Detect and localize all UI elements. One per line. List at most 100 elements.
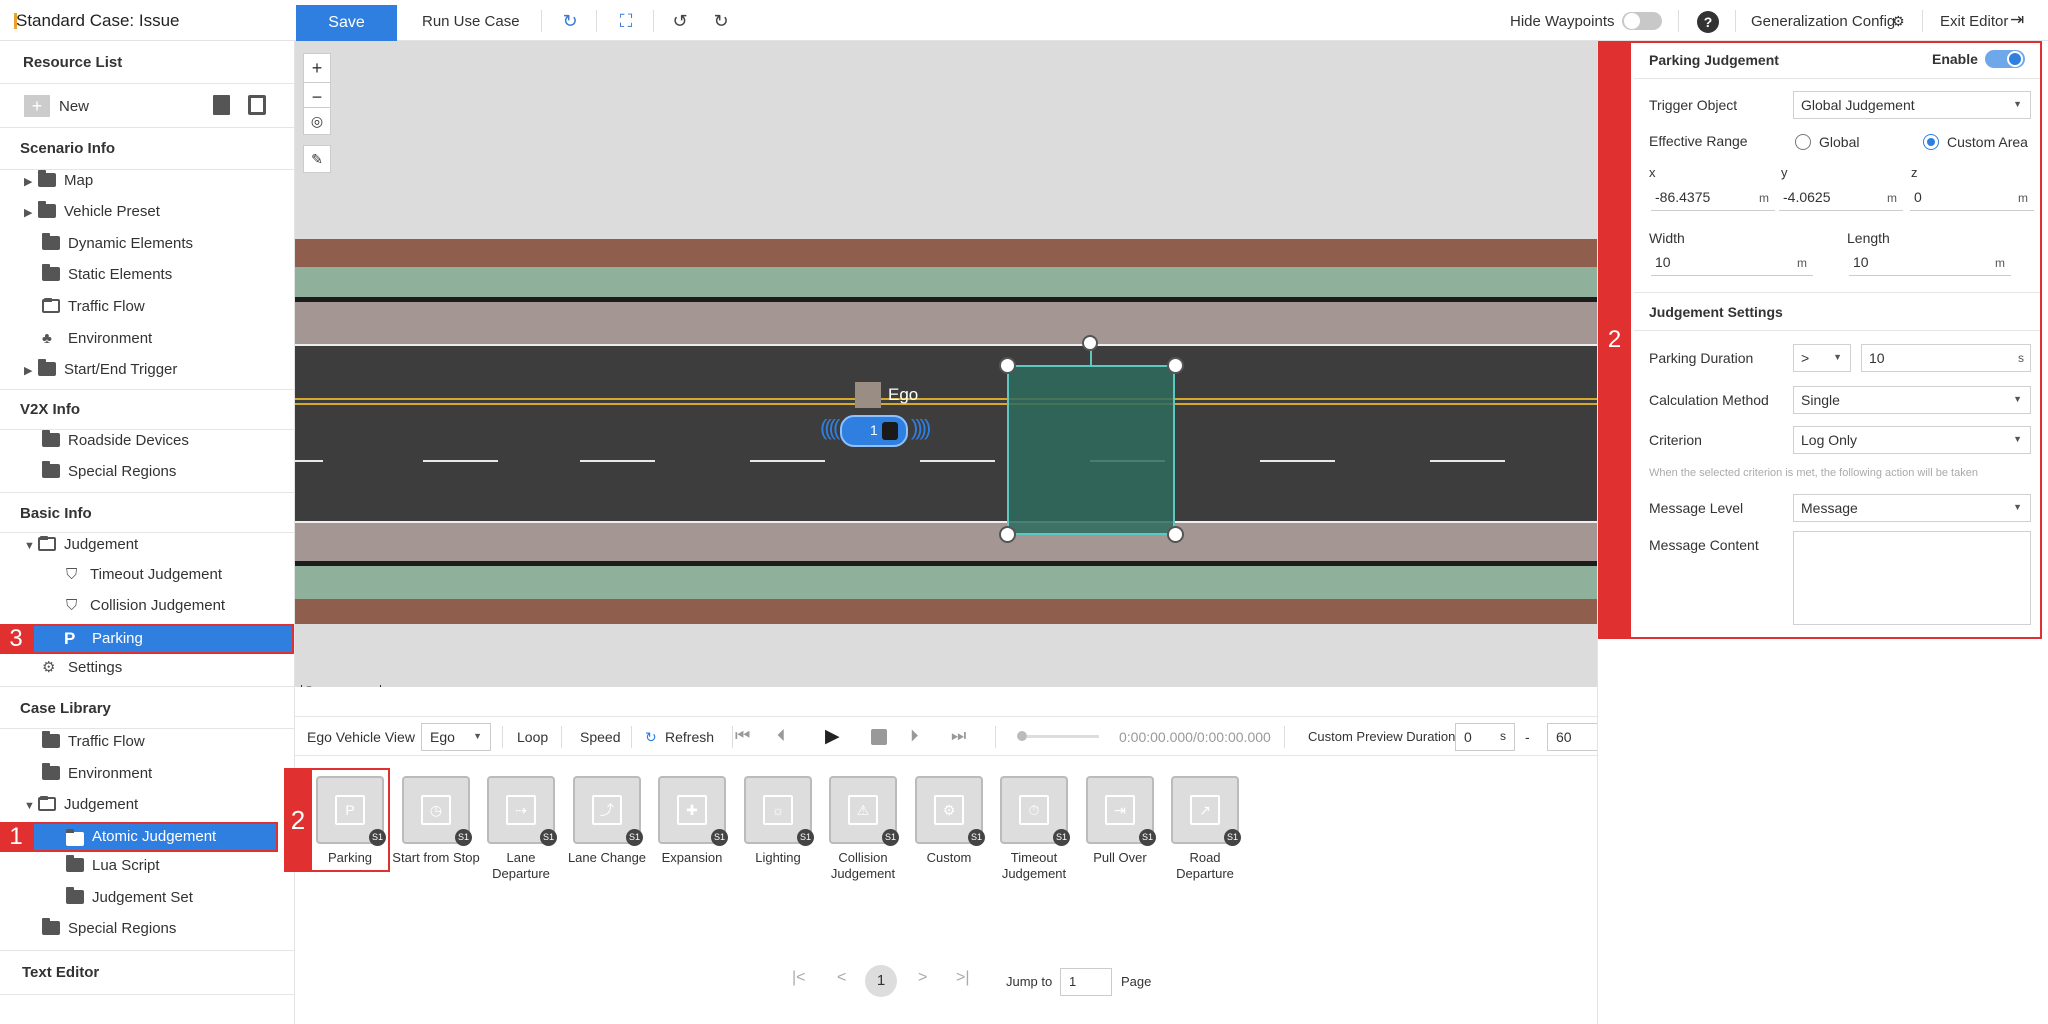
judgement-tile[interactable]: ◷ S1 [402, 776, 472, 846]
judgement-tile[interactable]: ⤴ S1 [573, 776, 643, 846]
first-page-icon[interactable]: |< [792, 969, 806, 987]
x-input[interactable]: -86.4375 m [1651, 185, 1775, 211]
caret-right-icon[interactable]: ▶ [24, 200, 38, 226]
caret-down-icon[interactable]: ▼ [24, 793, 38, 819]
refresh-button[interactable]: Refresh [665, 729, 714, 745]
ego-vehicle[interactable]: 1 [840, 415, 908, 447]
map-canvas[interactable]: Ego (((( 1 )))) + − ◎ ✎ 5 m [295, 41, 1597, 687]
y-input[interactable]: -4.0625 m [1779, 185, 1903, 211]
tree-item-case-environment[interactable]: Environment [42, 761, 152, 787]
tree-item-parking[interactable]: P Parking [32, 624, 294, 654]
tree-item-static-elements[interactable]: Static Elements [42, 262, 172, 288]
page-current[interactable]: 1 [865, 965, 897, 997]
tree-item-vehicle-preset[interactable]: ▶ Vehicle Preset [24, 199, 160, 225]
judgement-tile[interactable]: ⚙ S1 [915, 776, 985, 846]
judgement-tile[interactable]: ⇥ S1 [1086, 776, 1156, 846]
tree-item-collision-judgement[interactable]: ⛉ Collision Judgement [66, 593, 225, 619]
tree-item-roadside-devices[interactable]: Roadside Devices [42, 428, 189, 454]
exit-icon[interactable]: ⇥ [2010, 10, 2024, 30]
generalization-config-button[interactable]: Generalization Config [1751, 13, 1895, 30]
stop-icon[interactable] [871, 729, 887, 745]
locate-icon[interactable]: ◎ [303, 107, 331, 135]
hide-waypoints-toggle[interactable] [1622, 12, 1662, 30]
tree-item-case-judgement[interactable]: ▼ Judgement [24, 792, 138, 818]
fit-view-icon[interactable]: ⛶ [615, 10, 637, 32]
play-icon[interactable]: ▶ [825, 725, 840, 748]
preview-start-input[interactable]: 0 s [1455, 723, 1515, 751]
judgement-tile[interactable]: ↗ S1 [1171, 776, 1241, 846]
width-input[interactable]: 10 m [1651, 250, 1813, 276]
undo-icon[interactable]: ↺ [669, 10, 691, 32]
last-page-icon[interactable]: >| [956, 969, 970, 987]
ego-view-select[interactable]: Ego [421, 723, 491, 751]
rotate-handle[interactable] [1082, 335, 1098, 351]
caret-right-icon[interactable]: ▶ [24, 169, 38, 195]
step-back-icon[interactable]: ⏴ [777, 726, 786, 746]
tree-item-dynamic-elements[interactable]: Dynamic Elements [42, 231, 193, 257]
tree-item-judgement-set[interactable]: Judgement Set [66, 885, 193, 911]
jump-page-input[interactable]: 1 [1060, 968, 1112, 996]
caret-right-icon[interactable]: ▶ [24, 358, 38, 384]
tree-item-traffic-flow[interactable]: Traffic Flow [42, 294, 145, 320]
caret-down-icon[interactable]: ▼ [24, 533, 38, 559]
duration-operator-select[interactable]: > [1793, 344, 1851, 372]
judgement-tile[interactable]: ☼ S1 [744, 776, 814, 846]
tree-item-case-special-regions[interactable]: Special Regions [42, 916, 176, 942]
gear-icon[interactable]: ⚙ [1892, 13, 1905, 30]
copy-icon[interactable] [248, 95, 266, 115]
tree-item-case-traffic-flow[interactable]: Traffic Flow [42, 729, 145, 755]
judgement-tile[interactable]: ⇢ S1 [487, 776, 557, 846]
trash-icon[interactable] [213, 95, 230, 115]
duration-input[interactable]: 10 s [1861, 344, 2031, 372]
tree-item-lua-script[interactable]: Lua Script [66, 853, 160, 879]
tree-item-judgement[interactable]: ▼ Judgement [24, 532, 138, 558]
skip-end-icon[interactable]: ⏭ [951, 726, 966, 746]
resize-handle[interactable] [999, 526, 1016, 543]
save-button[interactable]: Save [296, 5, 397, 41]
tree-item-start-end-trigger[interactable]: ▶ Start/End Trigger [24, 357, 177, 383]
resize-handle[interactable] [1167, 357, 1184, 374]
calculation-method-select[interactable]: Single [1793, 386, 2031, 414]
range-global-radio[interactable]: Global [1795, 134, 1859, 150]
trigger-object-select[interactable]: Global Judgement [1793, 91, 2031, 119]
prev-page-icon[interactable]: < [837, 969, 846, 987]
skip-start-icon[interactable]: ⏮ [735, 726, 750, 746]
parking-area[interactable] [1007, 365, 1175, 535]
enable-toggle[interactable] [1985, 50, 2025, 68]
judgement-tile[interactable]: ⚠ S1 [829, 776, 899, 846]
redo-icon[interactable]: ↻ [710, 10, 732, 32]
run-use-case-button[interactable]: Run Use Case [422, 13, 520, 30]
y-value: -4.0625 [1783, 189, 1831, 205]
help-icon[interactable]: ? [1697, 11, 1719, 33]
reload-icon[interactable]: ↻ [559, 10, 581, 32]
next-page-icon[interactable]: > [918, 969, 927, 987]
step-forward-icon[interactable]: ⏵ [910, 726, 919, 746]
tree-item-timeout-judgement[interactable]: ⛉ Timeout Judgement [66, 562, 222, 588]
tree-item-map[interactable]: ▶ Map [24, 168, 93, 194]
judgement-tile-icon: ✚ [677, 795, 707, 825]
resize-handle[interactable] [999, 357, 1016, 374]
new-button[interactable]: New [59, 98, 89, 115]
progress-handle[interactable] [1017, 731, 1027, 741]
tree-item-environment[interactable]: ♣ Environment [42, 326, 152, 352]
message-level-select[interactable]: Message [1793, 494, 2031, 522]
speed-button[interactable]: Speed [580, 729, 620, 745]
tree-item-settings[interactable]: ⚙ Settings [42, 655, 122, 681]
refresh-icon[interactable]: ↻ [645, 729, 657, 746]
z-input[interactable]: 0m [1910, 185, 2034, 211]
message-content-textarea[interactable] [1793, 531, 2031, 625]
range-custom-radio[interactable]: Custom Area [1923, 134, 2028, 150]
add-icon[interactable]: + [24, 95, 50, 117]
length-input[interactable]: 10 m [1849, 250, 2011, 276]
ruler-icon[interactable]: ✎ [303, 145, 331, 173]
tree-item-atomic-judgement[interactable]: Atomic Judgement [32, 822, 278, 852]
loop-toggle[interactable]: Loop [517, 729, 548, 745]
judgement-tile[interactable]: ✚ S1 [658, 776, 728, 846]
judgement-tile[interactable]: ⏱ S1 [1000, 776, 1070, 846]
exit-editor-button[interactable]: Exit Editor [1940, 13, 2008, 30]
zoom-in-button[interactable]: + [304, 54, 330, 83]
tree-item-special-regions[interactable]: Special Regions [42, 459, 176, 485]
criterion-select[interactable]: Log Only [1793, 426, 2031, 454]
progress-track[interactable] [1027, 735, 1099, 738]
resize-handle[interactable] [1167, 526, 1184, 543]
